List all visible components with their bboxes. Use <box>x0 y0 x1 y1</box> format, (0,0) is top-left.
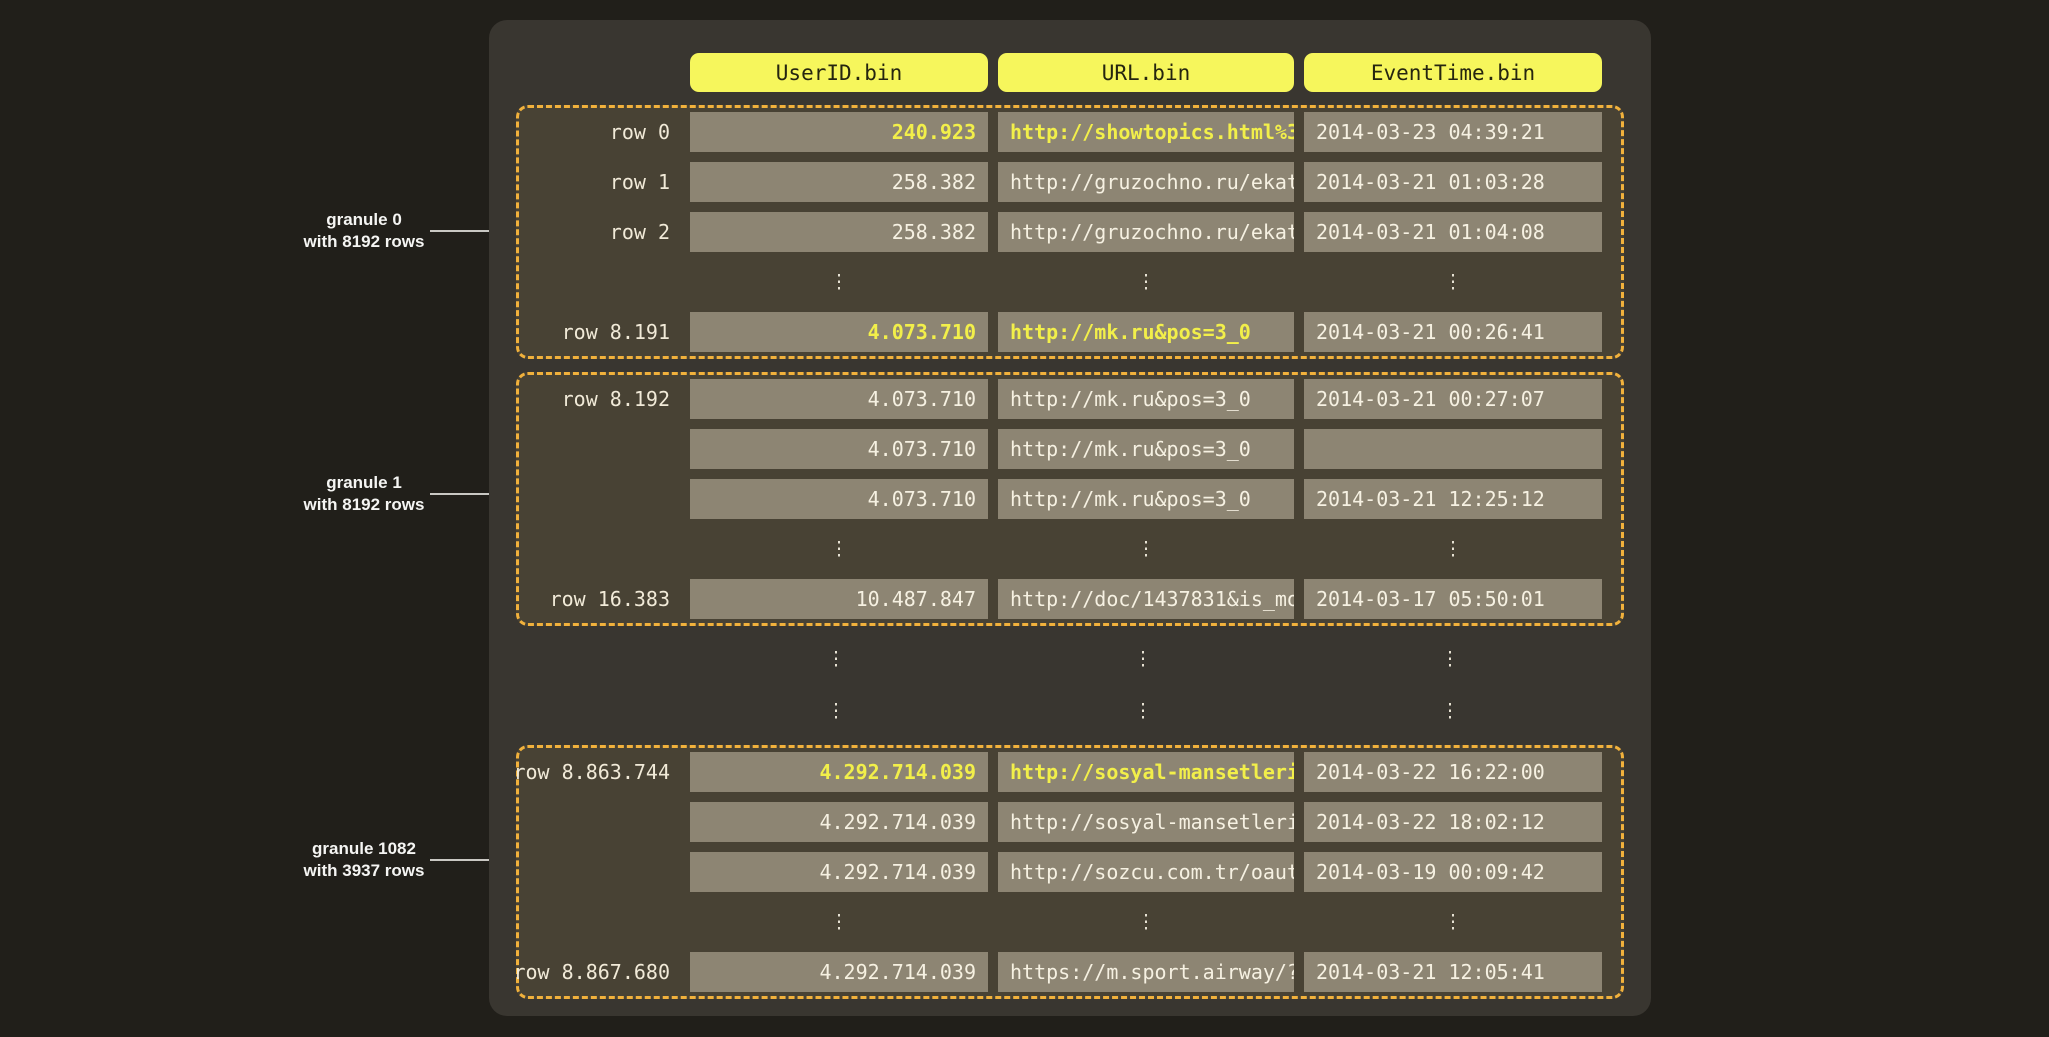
column-header-url-bin: URL.bin <box>998 53 1294 92</box>
data-part-panel: UserID.bin URL.bin EventTime.bin row 0 2… <box>489 20 1651 1016</box>
url-cell: http://sosyal-mansetleri... <box>998 752 1294 792</box>
userid-cell: 4.292.714.039 <box>690 952 988 992</box>
granule-0-label-line2: with 8192 rows <box>214 231 514 253</box>
userid-cell: 4.073.710 <box>690 379 988 419</box>
ellipsis-row: ⋮ ⋮ ⋮ <box>516 639 1624 679</box>
diagram-canvas: { "colors": { "page_bg": "#211f1a", "pan… <box>0 0 2049 1037</box>
eventtime-cell: 2014-03-17 05:50:01 <box>1304 579 1602 619</box>
row-label <box>519 802 680 842</box>
ellipsis-row: ⋮ ⋮ ⋮ <box>519 902 1602 942</box>
eventtime-cell-empty <box>1304 429 1602 469</box>
url-cell: http://showtopics.html%3... <box>998 112 1294 152</box>
eventtime-cell: 2014-03-21 00:27:07 <box>1304 379 1602 419</box>
eventtime-cell: 2014-03-21 12:25:12 <box>1304 479 1602 519</box>
collapsed-granules-gap: ⋮ ⋮ ⋮ ⋮ ⋮ ⋮ <box>516 639 1624 731</box>
userid-cell: 4.292.714.039 <box>690 852 988 892</box>
vertical-ellipsis-icon: ⋮ <box>1304 529 1602 569</box>
table-row: 4.292.714.039 http://sosyal-mansetleri..… <box>519 802 1602 842</box>
userid-cell: 4.292.714.039 <box>690 752 988 792</box>
granule-1082-label-line2: with 3937 rows <box>214 860 514 882</box>
url-cell: http://mk.ru&pos=3_0 <box>998 479 1294 519</box>
vertical-ellipsis-icon: ⋮ <box>995 691 1291 731</box>
url-cell: http://mk.ru&pos=3_0 <box>998 312 1294 352</box>
column-headers: UserID.bin URL.bin EventTime.bin <box>516 53 1624 92</box>
vertical-ellipsis-icon: ⋮ <box>998 262 1294 302</box>
granule-1-label-line1: granule 1 <box>214 472 514 494</box>
column-header-eventtime-bin: EventTime.bin <box>1304 53 1602 92</box>
userid-cell: 4.073.710 <box>690 479 988 519</box>
granule-1-box: row 8.192 4.073.710 http://mk.ru&pos=3_0… <box>516 372 1624 626</box>
vertical-ellipsis-icon: ⋮ <box>998 529 1294 569</box>
ellipsis-row: ⋮ ⋮ ⋮ <box>519 262 1602 302</box>
vertical-ellipsis-icon: ⋮ <box>687 691 985 731</box>
row-label <box>519 479 680 519</box>
eventtime-cell: 2014-03-21 01:03:28 <box>1304 162 1602 202</box>
userid-cell: 240.923 <box>690 112 988 152</box>
table-row: 4.073.710 http://mk.ru&pos=3_0 <box>519 429 1602 469</box>
header-spacer <box>516 53 680 92</box>
userid-cell: 258.382 <box>690 162 988 202</box>
table-row: row 0 240.923 http://showtopics.html%3..… <box>519 112 1602 152</box>
vertical-ellipsis-icon: ⋮ <box>1301 639 1599 679</box>
userid-cell: 4.073.710 <box>690 429 988 469</box>
url-cell: http://doc/1437831&is_mo... <box>998 579 1294 619</box>
eventtime-cell: 2014-03-21 01:04:08 <box>1304 212 1602 252</box>
vertical-ellipsis-icon: ⋮ <box>687 639 985 679</box>
ellipsis-row: ⋮ ⋮ ⋮ <box>519 529 1602 569</box>
row-label: row 8.192 <box>519 379 680 419</box>
url-cell: http://gruzochno.ru/ekat... <box>998 162 1294 202</box>
eventtime-cell: 2014-03-21 00:26:41 <box>1304 312 1602 352</box>
table-row: row 8.863.744 4.292.714.039 http://sosya… <box>519 752 1602 792</box>
row-label: row 8.191 <box>519 312 680 352</box>
table-row: 4.292.714.039 http://sozcu.com.tr/oaut 2… <box>519 852 1602 892</box>
table-row: row 2 258.382 http://gruzochno.ru/ekat..… <box>519 212 1602 252</box>
userid-cell: 10.487.847 <box>690 579 988 619</box>
table-row: row 8.192 4.073.710 http://mk.ru&pos=3_0… <box>519 379 1602 419</box>
url-cell: http://gruzochno.ru/ekat... <box>998 212 1294 252</box>
vertical-ellipsis-icon: ⋮ <box>1304 902 1602 942</box>
eventtime-cell: 2014-03-19 00:09:42 <box>1304 852 1602 892</box>
url-cell: http://mk.ru&pos=3_0 <box>998 379 1294 419</box>
granule-1082-box: row 8.863.744 4.292.714.039 http://sosya… <box>516 745 1624 999</box>
row-label: row 0 <box>519 112 680 152</box>
ellipsis-row: ⋮ ⋮ ⋮ <box>516 691 1624 731</box>
url-cell: http://sosyal-mansetleri... <box>998 802 1294 842</box>
granule-1-label-line2: with 8192 rows <box>214 494 514 516</box>
row-label: row 16.383 <box>519 579 680 619</box>
eventtime-cell: 2014-03-23 04:39:21 <box>1304 112 1602 152</box>
row-label: row 2 <box>519 212 680 252</box>
userid-cell: 4.073.710 <box>690 312 988 352</box>
row-label: row 1 <box>519 162 680 202</box>
row-label <box>519 429 680 469</box>
eventtime-cell: 2014-03-22 18:02:12 <box>1304 802 1602 842</box>
granule-1082-label-line1: granule 1082 <box>214 838 514 860</box>
url-cell: http://mk.ru&pos=3_0 <box>998 429 1294 469</box>
granule-0-label-line1: granule 0 <box>214 209 514 231</box>
eventtime-cell: 2014-03-21 12:05:41 <box>1304 952 1602 992</box>
table-row: row 1 258.382 http://gruzochno.ru/ekat..… <box>519 162 1602 202</box>
eventtime-cell: 2014-03-22 16:22:00 <box>1304 752 1602 792</box>
vertical-ellipsis-icon: ⋮ <box>690 902 988 942</box>
table-row: row 8.191 4.073.710 http://mk.ru&pos=3_0… <box>519 312 1602 352</box>
table-row: row 16.383 10.487.847 http://doc/1437831… <box>519 579 1602 619</box>
vertical-ellipsis-icon: ⋮ <box>690 529 988 569</box>
table-row: 4.073.710 http://mk.ru&pos=3_0 2014-03-2… <box>519 479 1602 519</box>
table-row: row 8.867.680 4.292.714.039 https://m.sp… <box>519 952 1602 992</box>
row-label: row 8.863.744 <box>519 752 680 792</box>
vertical-ellipsis-icon: ⋮ <box>1304 262 1602 302</box>
userid-cell: 258.382 <box>690 212 988 252</box>
column-header-userid-bin: UserID.bin <box>690 53 988 92</box>
vertical-ellipsis-icon: ⋮ <box>995 639 1291 679</box>
url-cell: http://sozcu.com.tr/oaut <box>998 852 1294 892</box>
granule-0-box: row 0 240.923 http://showtopics.html%3..… <box>516 105 1624 359</box>
vertical-ellipsis-icon: ⋮ <box>690 262 988 302</box>
row-label <box>519 852 680 892</box>
vertical-ellipsis-icon: ⋮ <box>998 902 1294 942</box>
url-cell: https://m.sport.airway/? <box>998 952 1294 992</box>
vertical-ellipsis-icon: ⋮ <box>1301 691 1599 731</box>
userid-cell: 4.292.714.039 <box>690 802 988 842</box>
row-label: row 8.867.680 <box>519 952 680 992</box>
